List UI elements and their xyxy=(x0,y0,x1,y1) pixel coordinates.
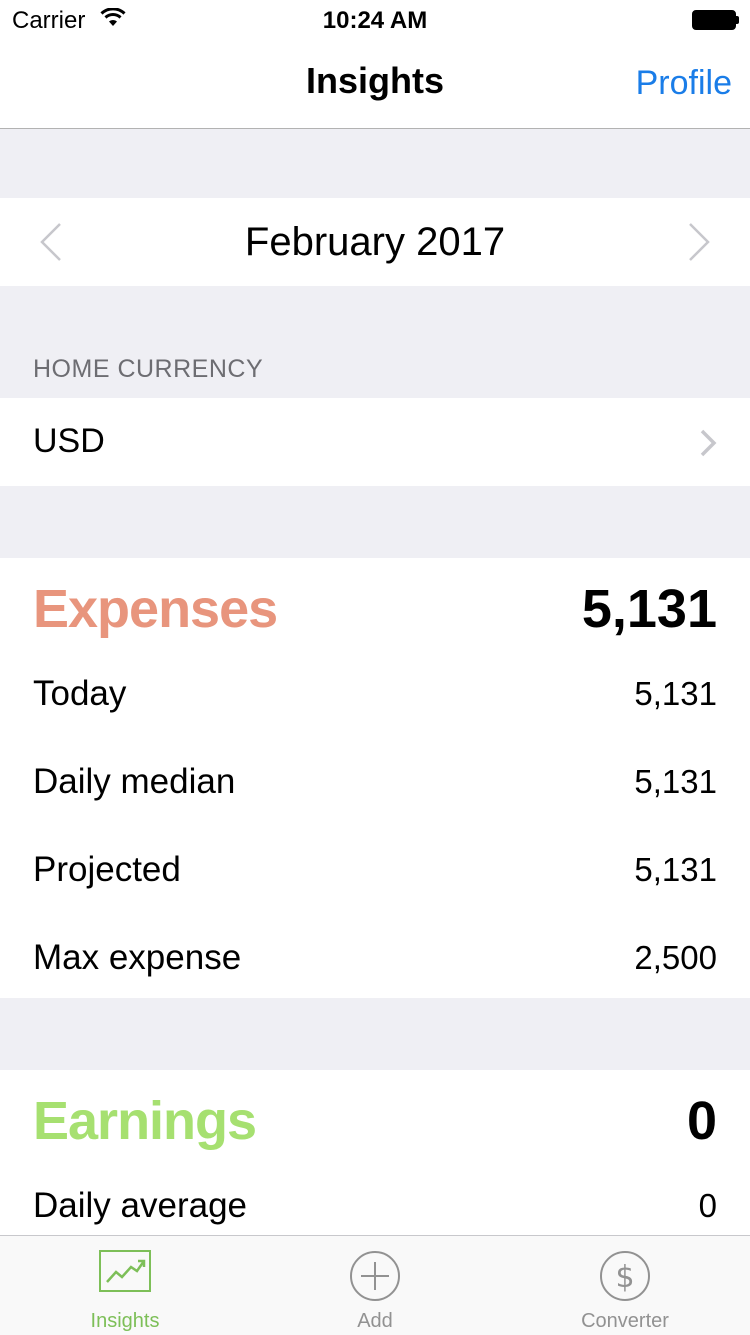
chart-icon xyxy=(99,1250,151,1292)
expenses-total: 5,131 xyxy=(581,579,717,639)
month-label: February 2017 xyxy=(244,220,506,264)
tab-bar: Insights Add $ Converter xyxy=(0,1235,750,1335)
clock: 10:24 AM xyxy=(322,7,428,34)
expenses-card: Expenses 5,131 Today 5,131 Daily median … xyxy=(0,558,750,998)
earnings-title: Earnings xyxy=(33,1091,257,1151)
next-month-button[interactable] xyxy=(676,220,720,264)
expenses-title: Expenses xyxy=(33,579,278,639)
plus-circle-icon xyxy=(350,1251,400,1301)
expenses-projected-label: Projected xyxy=(33,850,181,889)
svg-text:$: $ xyxy=(615,1260,634,1295)
tab-add[interactable]: Add xyxy=(250,1236,500,1335)
home-currency-header: HOME CURRENCY xyxy=(33,355,264,383)
expenses-daily-median-value: 5,131 xyxy=(634,763,717,800)
currency-row[interactable]: USD xyxy=(0,398,750,486)
battery-icon xyxy=(692,10,739,30)
expenses-today-value: 5,131 xyxy=(634,675,717,712)
expenses-max-expense-label: Max expense xyxy=(33,938,242,977)
status-bar: Carrier 10:24 AM xyxy=(0,0,750,40)
earnings-daily-average-label: Daily average xyxy=(33,1186,247,1225)
chevron-right-icon xyxy=(700,429,717,457)
tab-converter-label: Converter xyxy=(581,1310,669,1332)
earnings-total: 0 xyxy=(686,1091,717,1151)
earnings-daily-average-value: 0 xyxy=(698,1187,717,1224)
tab-converter[interactable]: $ Converter xyxy=(500,1236,750,1335)
expenses-today-label: Today xyxy=(33,674,127,713)
month-selector: February 2017 xyxy=(0,198,750,286)
expenses-daily-median-label: Daily median xyxy=(33,762,236,801)
expenses-projected-value: 5,131 xyxy=(634,851,717,888)
profile-button[interactable]: Profile xyxy=(636,64,732,103)
navigation-bar: Insights Profile xyxy=(0,40,750,129)
tab-insights[interactable]: Insights xyxy=(0,1236,250,1335)
dollar-circle-icon: $ xyxy=(600,1251,650,1301)
tab-insights-label: Insights xyxy=(90,1310,160,1332)
currency-value: USD xyxy=(33,422,105,460)
tab-add-label: Add xyxy=(357,1310,393,1332)
expenses-max-expense-value: 2,500 xyxy=(634,939,717,976)
